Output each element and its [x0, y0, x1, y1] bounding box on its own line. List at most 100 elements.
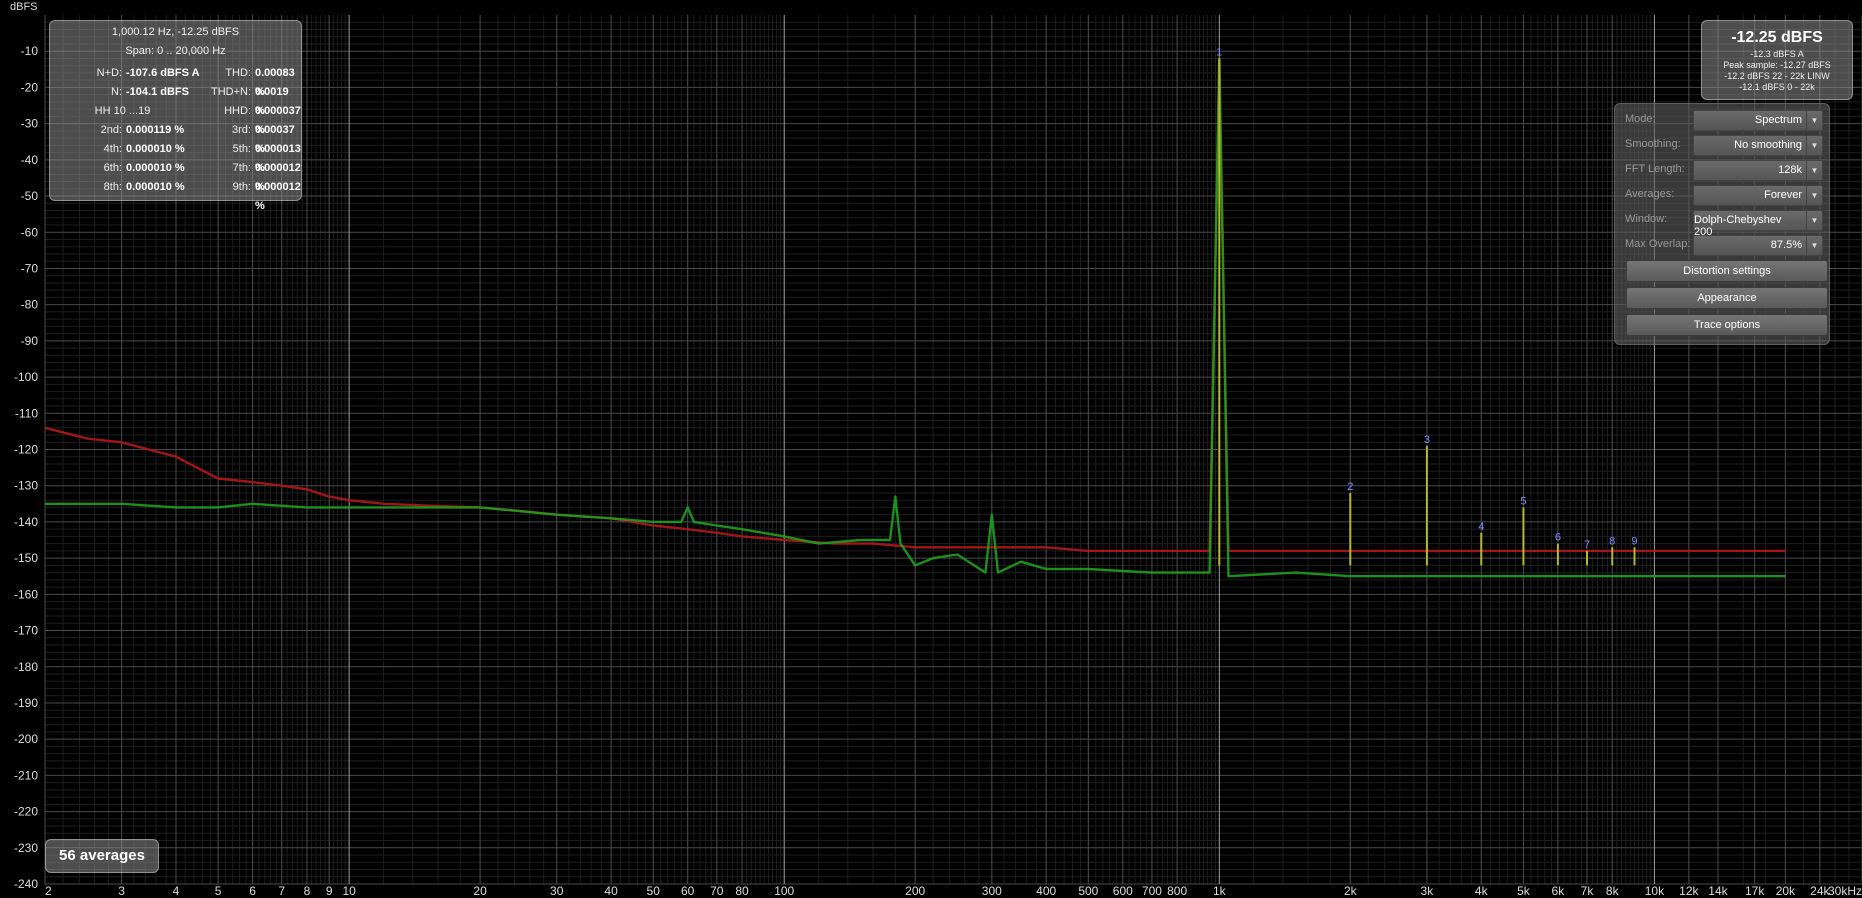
fft-length-select[interactable]: 128k ▼	[1693, 160, 1823, 181]
y-tick-label: -110	[15, 406, 38, 420]
smoothing-row: Smoothing: No smoothing ▼	[1615, 134, 1829, 156]
x-tick-label: 20k	[1776, 884, 1796, 898]
h5-label: 5th:	[232, 143, 251, 155]
y-tick-label: -140	[14, 515, 38, 529]
x-tick-label: 200	[905, 884, 925, 898]
h2-label: 2nd:	[100, 124, 122, 136]
y-tick-label: -100	[14, 370, 38, 384]
thdn-label: THD+N:	[210, 86, 251, 98]
x-tick-label: 10k	[1645, 884, 1665, 898]
level-sub-readouts: -12.3 dBFS A Peak sample: -12.27 dBFS -1…	[1702, 49, 1852, 93]
x-tick-label: 20	[473, 884, 487, 898]
y-tick-label: -240	[14, 877, 38, 891]
harmonic-label-4: 4	[1478, 521, 1484, 533]
y-tick-label: -70	[21, 261, 39, 275]
x-tick-label: 6	[249, 884, 256, 898]
x-tick-label: 2k	[1344, 884, 1358, 898]
harmonic-label-3: 3	[1424, 434, 1430, 446]
y-tick-label: -210	[14, 768, 38, 782]
h2-value: 0.000119 %	[126, 124, 185, 136]
chevron-down-icon[interactable]: ▼	[1806, 211, 1822, 230]
y-tick-label: -40	[21, 153, 39, 167]
fft-length-value: 128k	[1778, 164, 1802, 176]
thd-label: THD:	[225, 67, 251, 79]
nd-label: N+D:	[96, 67, 122, 79]
x-tick-label: 500	[1078, 884, 1098, 898]
window-label: Window:	[1625, 213, 1668, 225]
x-tick-label: 30	[550, 884, 564, 898]
h9-label: 9th:	[232, 181, 251, 193]
x-tick-label: 3k	[1421, 884, 1435, 898]
smoothing-label: Smoothing:	[1625, 138, 1681, 150]
x-tick-label: 100	[774, 884, 794, 898]
overlap-select[interactable]: 87.5% ▼	[1693, 235, 1823, 256]
smoothing-value: No smoothing	[1734, 139, 1802, 151]
averages-badge[interactable]: 56 averages	[45, 839, 159, 873]
x-tick-label: 70	[710, 884, 724, 898]
x-tick-label: 1k	[1213, 884, 1227, 898]
chevron-down-icon[interactable]: ▼	[1806, 186, 1822, 205]
appearance-button[interactable]: Appearance	[1626, 287, 1828, 309]
y-tick-label: -230	[14, 841, 38, 855]
x-tick-label: 700	[1142, 884, 1162, 898]
level-peak-sample: Peak sample: -12.27 dBFS	[1723, 60, 1831, 70]
h6-value: 0.000010 %	[126, 162, 185, 174]
x-tick-label: 7	[278, 884, 285, 898]
x-tick-label: 800	[1167, 884, 1187, 898]
nd-value: -107.6 dBFS A	[126, 67, 200, 79]
chevron-down-icon[interactable]: ▼	[1806, 236, 1822, 255]
y-tick-label: -170	[14, 624, 38, 638]
overlap-row: Max Overlap: 87.5% ▼	[1615, 234, 1829, 256]
x-tick-label: 17k	[1745, 884, 1765, 898]
n-value: -104.1 dBFS	[126, 86, 189, 98]
x-tick-label: 2	[45, 884, 52, 898]
y-tick-label: -60	[21, 225, 39, 239]
mode-select[interactable]: Spectrum ▼	[1693, 110, 1823, 131]
chevron-down-icon[interactable]: ▼	[1806, 111, 1822, 130]
level-band: -12.2 dBFS 22 - 22k LINW	[1724, 71, 1830, 81]
harmonic-label-7: 7	[1584, 539, 1590, 551]
x-tick-label: 10	[342, 884, 356, 898]
h6-label: 6th:	[103, 162, 122, 174]
averages-label: Averages:	[1625, 188, 1675, 200]
level-full: -12.1 dBFS 0 - 22k	[1739, 82, 1815, 92]
y-tick-label: -200	[14, 732, 38, 746]
y-tick-label: -220	[14, 805, 38, 819]
fft-length-label: FFT Length:	[1625, 163, 1685, 175]
overlap-value: 87.5%	[1770, 239, 1802, 251]
h3-label: 3rd:	[232, 124, 251, 136]
settings-panel: Mode: Spectrum ▼ Smoothing: No smoothing…	[1614, 103, 1830, 345]
chevron-down-icon[interactable]: ▼	[1806, 161, 1822, 180]
x-tick-label: 8	[304, 884, 311, 898]
distortion-panel[interactable]: 1,000.12 Hz, -12.25 dBFS Span: 0 .. 20,0…	[49, 20, 302, 212]
averages-select[interactable]: Forever ▼	[1693, 185, 1823, 206]
distortion-settings-button[interactable]: Distortion settings	[1626, 260, 1828, 282]
smoothing-select[interactable]: No smoothing ▼	[1693, 135, 1823, 156]
x-tick-label: 40	[604, 884, 618, 898]
x-tick-label: 600	[1113, 884, 1133, 898]
h8-label: 8th:	[103, 181, 122, 193]
x-tick-label: 400	[1036, 884, 1056, 898]
level-panel[interactable]: -12.25 dBFS -12.3 dBFS A Peak sample: -1…	[1701, 20, 1853, 100]
trace-options-button[interactable]: Trace options	[1626, 314, 1828, 336]
chevron-down-icon[interactable]: ▼	[1806, 136, 1822, 155]
overlap-label: Max Overlap:	[1625, 238, 1691, 250]
h9-value: 0.000012 %	[255, 181, 301, 212]
x-tick-label: 5	[215, 884, 222, 898]
y-tick-label: -120	[14, 443, 38, 457]
n-label: N:	[111, 86, 122, 98]
averages-value: Forever	[1764, 189, 1802, 201]
averages-row: Averages: Forever ▼	[1615, 184, 1829, 206]
x-tick-label: 6k	[1552, 884, 1566, 898]
h4-label: 4th:	[103, 143, 122, 155]
x-tick-label: 80	[735, 884, 749, 898]
harmonic-label-1: 1	[1216, 46, 1222, 58]
y-tick-label: -80	[21, 298, 39, 312]
x-tick-label: 5k	[1517, 884, 1531, 898]
window-select[interactable]: Dolph-Chebyshev 200 ▼	[1693, 210, 1823, 238]
x-tick-label: 3	[118, 884, 125, 898]
x-tick-label: 7k	[1581, 884, 1595, 898]
harmonic-label-8: 8	[1609, 535, 1615, 547]
x-tick-label: 9	[326, 884, 333, 898]
x-tick-label: 12k	[1679, 884, 1699, 898]
